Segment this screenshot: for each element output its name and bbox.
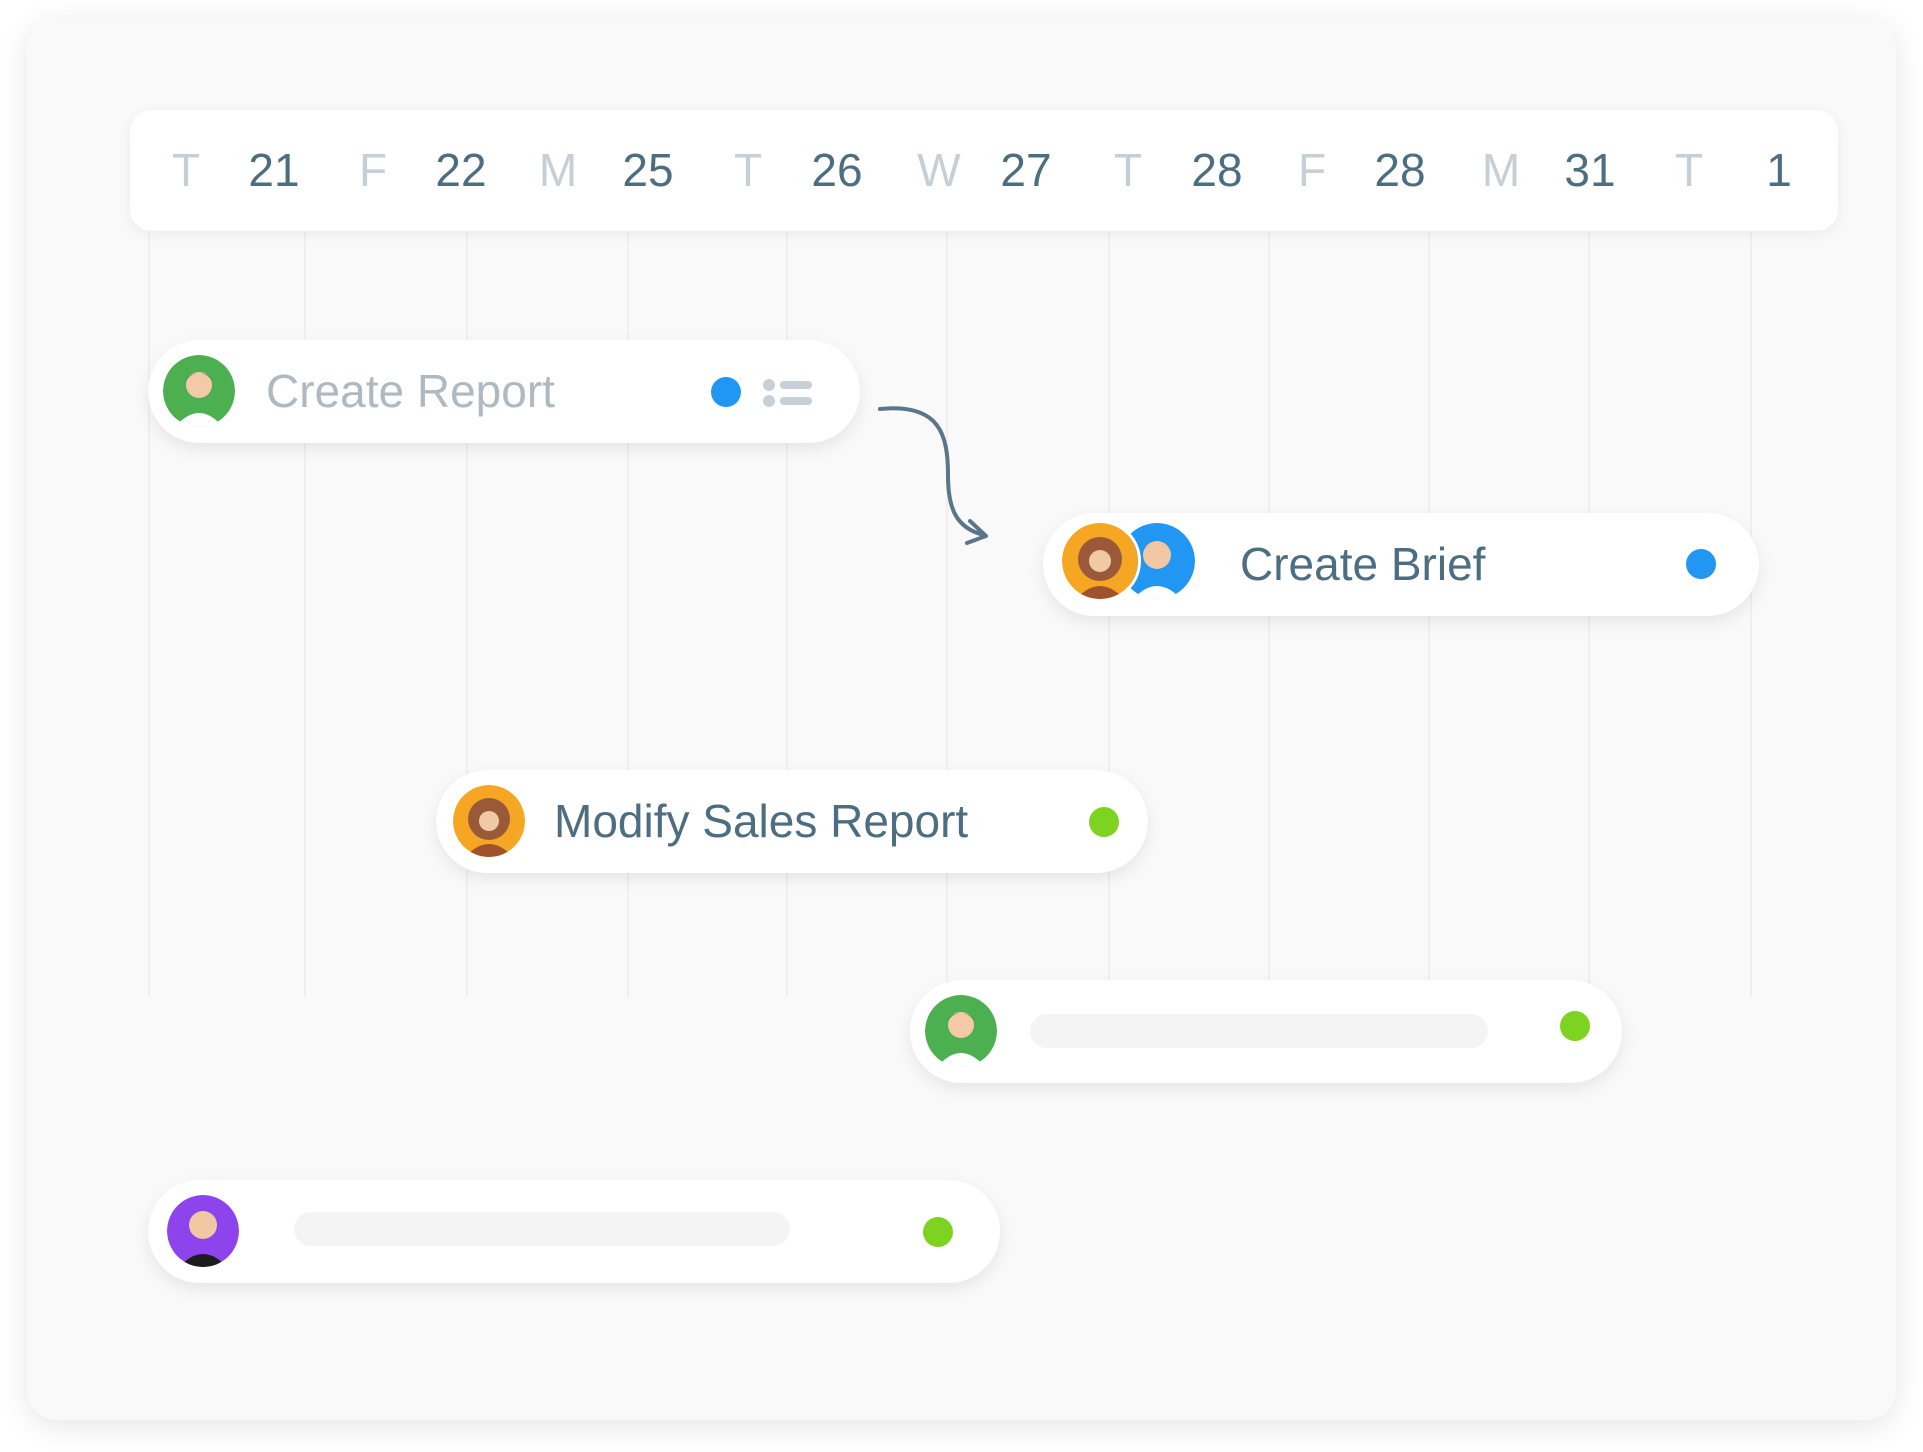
- day-letter: F: [1297, 144, 1327, 196]
- day-date[interactable]: 31: [1535, 110, 1645, 231]
- task-modify-sales-report[interactable]: Modify Sales Report: [436, 770, 1148, 873]
- task-create-brief[interactable]: Create Brief: [1043, 513, 1759, 616]
- calendar-header: T 21 F 22 M 25 T 26 W 27 T 28 F 28 M 31 …: [130, 110, 1838, 231]
- task-placeholder[interactable]: [910, 980, 1622, 1083]
- day-letter: W: [917, 144, 961, 196]
- avatar: [164, 1192, 242, 1270]
- task-title: Modify Sales Report: [554, 795, 969, 847]
- task-create-report[interactable]: Create Report: [148, 340, 860, 443]
- list-icon[interactable]: [762, 378, 814, 408]
- day-date[interactable]: 21: [219, 110, 329, 231]
- day-letter: T: [733, 144, 763, 196]
- task-title-placeholder: [294, 1212, 790, 1246]
- status-dot: [1686, 549, 1716, 579]
- day-letter: M: [1481, 144, 1521, 196]
- day-letter: T: [171, 144, 201, 196]
- day-letter: F: [358, 144, 388, 196]
- day-date[interactable]: 27: [971, 110, 1081, 231]
- task-title-placeholder: [1030, 1014, 1488, 1048]
- avatar: [160, 352, 238, 430]
- task-title: Create Brief: [1240, 538, 1486, 590]
- day-date[interactable]: 26: [782, 110, 892, 231]
- dependency-arrow: [878, 406, 988, 545]
- day-date[interactable]: 22: [406, 110, 516, 231]
- day-letter: T: [1113, 144, 1143, 196]
- day-date[interactable]: 25: [593, 110, 703, 231]
- status-dot: [1089, 807, 1119, 837]
- avatar: [1059, 520, 1141, 602]
- task-placeholder[interactable]: [148, 1180, 1000, 1283]
- status-dot: [711, 377, 741, 407]
- avatar: [450, 782, 528, 860]
- day-letter: M: [538, 144, 578, 196]
- status-dot: [923, 1217, 953, 1247]
- day-date[interactable]: 28: [1345, 110, 1455, 231]
- status-dot: [1560, 1011, 1590, 1041]
- day-date[interactable]: 1: [1724, 110, 1834, 231]
- day-date[interactable]: 28: [1162, 110, 1272, 231]
- avatar: [922, 992, 1000, 1070]
- day-letter: T: [1674, 144, 1704, 196]
- task-title: Create Report: [266, 365, 555, 417]
